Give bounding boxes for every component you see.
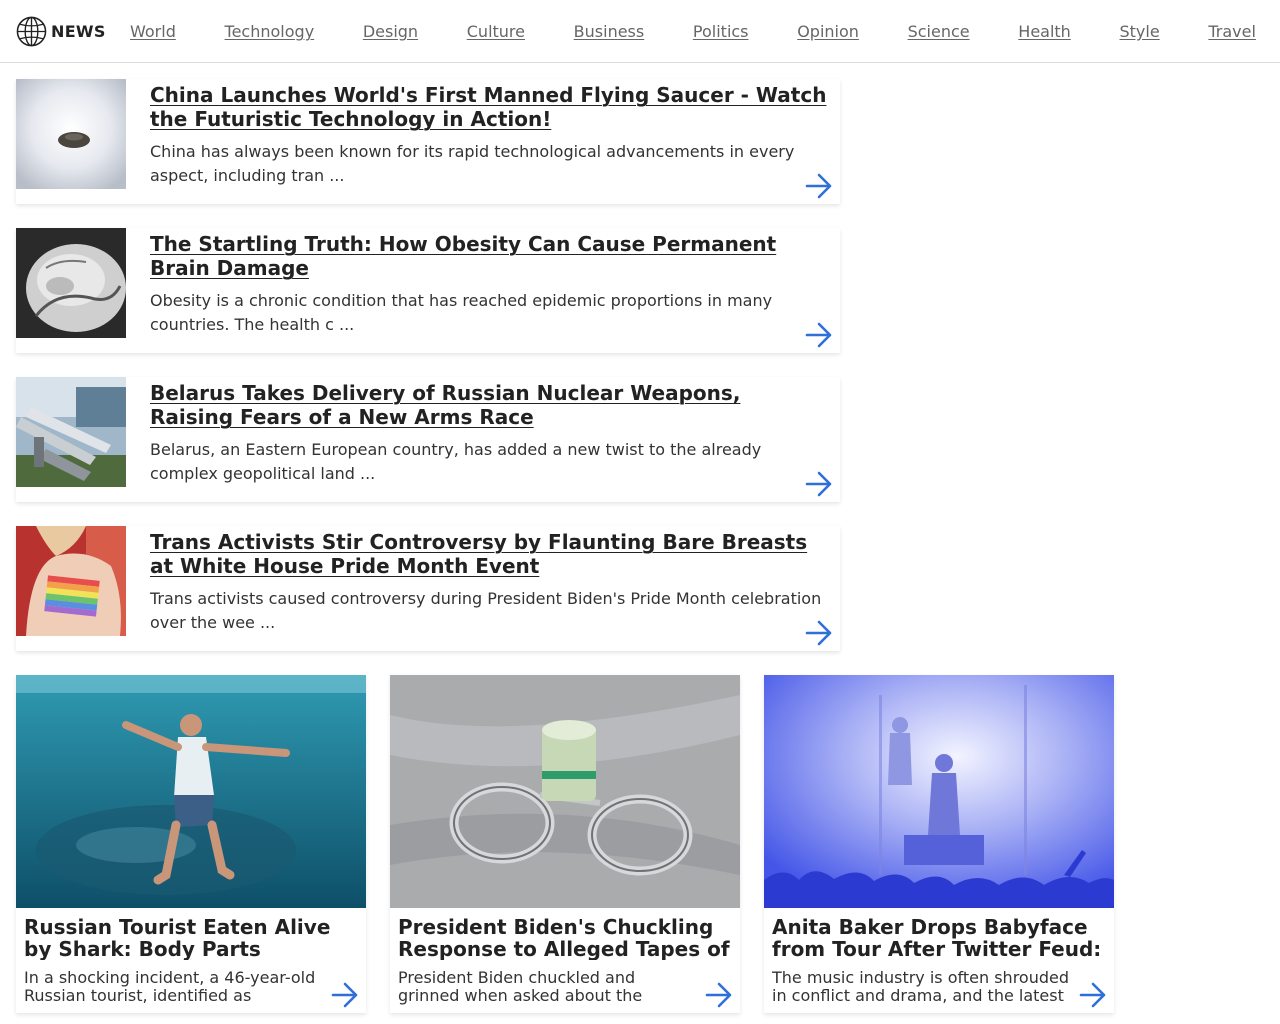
flying-saucer-photo: [16, 79, 126, 189]
article-title-link[interactable]: The Startling Truth: How Obesity Can Cau…: [150, 232, 830, 280]
nav-link-world[interactable]: World: [130, 22, 176, 41]
main-nav: World Technology Design Culture Business…: [130, 0, 1256, 63]
arrow-right-icon: [331, 982, 358, 1008]
article-thumbnail[interactable]: [16, 79, 126, 189]
article-excerpt: China has always been known for its rapi…: [150, 142, 795, 185]
top-navigation: NEWS World Technology Design Culture Bus…: [0, 0, 1280, 63]
article-image[interactable]: [764, 675, 1114, 908]
read-more-button[interactable]: [804, 171, 834, 201]
nav-link-technology[interactable]: Technology: [225, 22, 315, 41]
article-title-link[interactable]: Anita Baker Drops Babyface from Tour Aft…: [772, 916, 1106, 960]
nav-link-style[interactable]: Style: [1120, 22, 1160, 41]
underwater-swimmer-photo: [16, 675, 366, 908]
nav-link-health[interactable]: Health: [1018, 22, 1071, 41]
article-list: China Launches World's First Manned Flyi…: [16, 79, 840, 675]
concert-stage-photo: [764, 675, 1114, 908]
belly-measuring-tape-photo: [16, 228, 126, 338]
handcuffs-money-photo: [390, 675, 740, 908]
arrow-right-icon: [805, 620, 832, 646]
nav-link-opinion[interactable]: Opinion: [797, 22, 859, 41]
article-excerpt: Trans activists caused controversy durin…: [150, 589, 822, 632]
article-excerpt: President Biden chuckled and grinned whe…: [398, 969, 643, 1005]
nav-link-business[interactable]: Business: [574, 22, 645, 41]
read-more-button[interactable]: [330, 980, 360, 1010]
arrow-right-icon: [805, 173, 832, 199]
missiles-photo: [16, 377, 126, 487]
brand-name: NEWS: [51, 21, 106, 41]
read-more-button[interactable]: [704, 980, 734, 1010]
article-image[interactable]: [390, 675, 740, 908]
article-excerpt: In a shocking incident, a 46-year-old Ru…: [24, 969, 316, 1005]
nav-link-design[interactable]: Design: [363, 22, 418, 41]
rainbow-flag-back-photo: [16, 526, 126, 636]
grid-article: Russian Tourist Eaten Alive by Shark: Bo…: [16, 675, 366, 1013]
article-excerpt: Obesity is a chronic condition that has …: [150, 291, 773, 334]
nav-link-politics[interactable]: Politics: [693, 22, 749, 41]
article-excerpt: The music industry is often shrouded in …: [772, 969, 1069, 1005]
article-title-link[interactable]: President Biden's Chuckling Response to …: [398, 916, 732, 960]
article-title-link[interactable]: China Launches World's First Manned Flyi…: [150, 83, 830, 131]
nav-link-science[interactable]: Science: [908, 22, 970, 41]
article-title-link[interactable]: Belarus Takes Delivery of Russian Nuclea…: [150, 381, 830, 429]
article-grid: Russian Tourist Eaten Alive by Shark: Bo…: [16, 675, 1114, 1015]
arrow-right-icon: [705, 982, 732, 1008]
read-more-button[interactable]: [1078, 980, 1108, 1010]
list-article: Trans Activists Stir Controversy by Flau…: [16, 526, 840, 651]
arrow-right-icon: [805, 322, 832, 348]
grid-article: President Biden's Chuckling Response to …: [390, 675, 740, 1013]
read-more-button[interactable]: [804, 618, 834, 648]
article-title-link[interactable]: Trans Activists Stir Controversy by Flau…: [150, 530, 830, 578]
article-title-link[interactable]: Russian Tourist Eaten Alive by Shark: Bo…: [24, 916, 358, 960]
article-thumbnail[interactable]: [16, 526, 126, 636]
grid-article: Anita Baker Drops Babyface from Tour Aft…: [764, 675, 1114, 1013]
read-more-button[interactable]: [804, 320, 834, 350]
article-excerpt: Belarus, an Eastern European country, ha…: [150, 440, 762, 483]
list-article: Belarus Takes Delivery of Russian Nuclea…: [16, 377, 840, 502]
list-article: China Launches World's First Manned Flyi…: [16, 79, 840, 204]
article-thumbnail[interactable]: [16, 228, 126, 338]
nav-link-travel[interactable]: Travel: [1208, 22, 1256, 41]
nav-link-culture[interactable]: Culture: [467, 22, 525, 41]
arrow-right-icon: [805, 471, 832, 497]
list-article: The Startling Truth: How Obesity Can Cau…: [16, 228, 840, 353]
article-thumbnail[interactable]: [16, 377, 126, 487]
article-image[interactable]: [16, 675, 366, 908]
arrow-right-icon: [1079, 982, 1106, 1008]
brand-logo-link[interactable]: NEWS: [16, 15, 106, 47]
read-more-button[interactable]: [804, 469, 834, 499]
globe-icon: [16, 16, 47, 46]
